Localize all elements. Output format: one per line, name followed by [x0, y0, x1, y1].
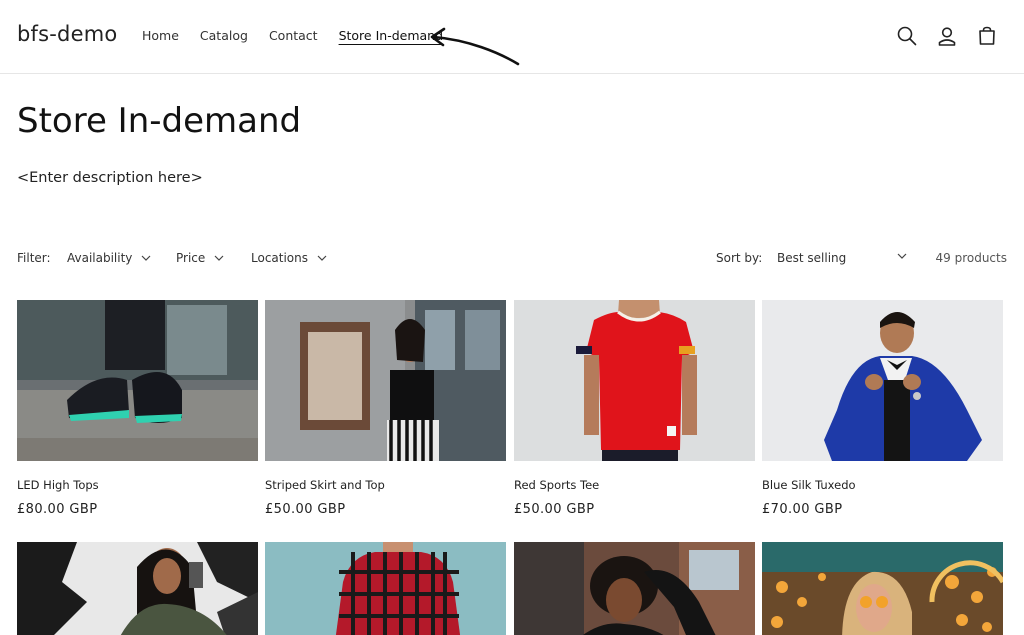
- chevron-down-icon: [141, 255, 151, 261]
- filter-availability-label: Availability: [67, 251, 133, 265]
- sort-label: Sort by:: [716, 251, 763, 265]
- product-title[interactable]: LED High Tops: [17, 478, 258, 492]
- product-card[interactable]: [17, 542, 258, 635]
- filter-label: Filter:: [17, 251, 51, 265]
- chevron-down-icon: [317, 255, 327, 261]
- filter-locations-label: Locations: [251, 251, 309, 265]
- nav-contact[interactable]: Contact: [269, 28, 318, 43]
- account-icon[interactable]: [937, 25, 957, 47]
- product-image[interactable]: [265, 300, 506, 461]
- product-card[interactable]: Blue Silk Tuxedo £70.00 GBP: [762, 300, 1003, 517]
- product-image[interactable]: [17, 542, 258, 635]
- product-count: 49 products: [935, 251, 1008, 265]
- product-image[interactable]: [514, 300, 755, 461]
- product-price: £70.00 GBP: [762, 502, 843, 517]
- product-image[interactable]: [17, 300, 258, 461]
- product-title[interactable]: Striped Skirt and Top: [265, 478, 506, 492]
- cart-icon[interactable]: [977, 25, 997, 47]
- search-icon[interactable]: [897, 25, 917, 47]
- site-header: bfs-demo Home Catalog Contact Store In-d…: [0, 0, 1024, 74]
- product-card[interactable]: LED High Tops £80.00 GBP: [17, 300, 258, 517]
- product-card[interactable]: Red Sports Tee £50.00 GBP: [514, 300, 755, 517]
- product-image[interactable]: [762, 300, 1003, 461]
- chevron-down-icon: [897, 253, 907, 259]
- nav-home[interactable]: Home: [142, 28, 179, 43]
- main-nav: Home Catalog Contact Store In-demand: [142, 28, 464, 43]
- page-title: Store In-demand: [17, 101, 302, 141]
- filter-bar: Filter: Availability Price Locations Sor…: [17, 251, 1007, 269]
- product-card[interactable]: [762, 542, 1003, 635]
- filter-price-label: Price: [176, 251, 206, 265]
- store-logo[interactable]: bfs-demo: [17, 22, 117, 46]
- product-card[interactable]: [514, 542, 755, 635]
- product-price: £50.00 GBP: [265, 502, 346, 517]
- header-actions: [897, 25, 997, 47]
- filter-availability[interactable]: Availability: [67, 251, 151, 265]
- filter-price[interactable]: Price: [176, 251, 224, 265]
- sort-select[interactable]: Best selling: [777, 251, 907, 265]
- product-image[interactable]: [762, 542, 1003, 635]
- product-card[interactable]: [265, 542, 506, 635]
- product-title[interactable]: Red Sports Tee: [514, 478, 755, 492]
- product-price: £80.00 GBP: [17, 502, 98, 517]
- product-price: £50.00 GBP: [514, 502, 595, 517]
- nav-catalog[interactable]: Catalog: [200, 28, 248, 43]
- collection-description: <Enter description here>: [17, 170, 203, 186]
- product-card[interactable]: Striped Skirt and Top £50.00 GBP: [265, 300, 506, 517]
- sort-value: Best selling: [777, 251, 847, 265]
- chevron-down-icon: [214, 255, 224, 261]
- product-image[interactable]: [514, 542, 755, 635]
- filter-locations[interactable]: Locations: [251, 251, 327, 265]
- product-title[interactable]: Blue Silk Tuxedo: [762, 478, 1003, 492]
- product-image[interactable]: [265, 542, 506, 635]
- annotation-arrow-icon: [430, 27, 520, 66]
